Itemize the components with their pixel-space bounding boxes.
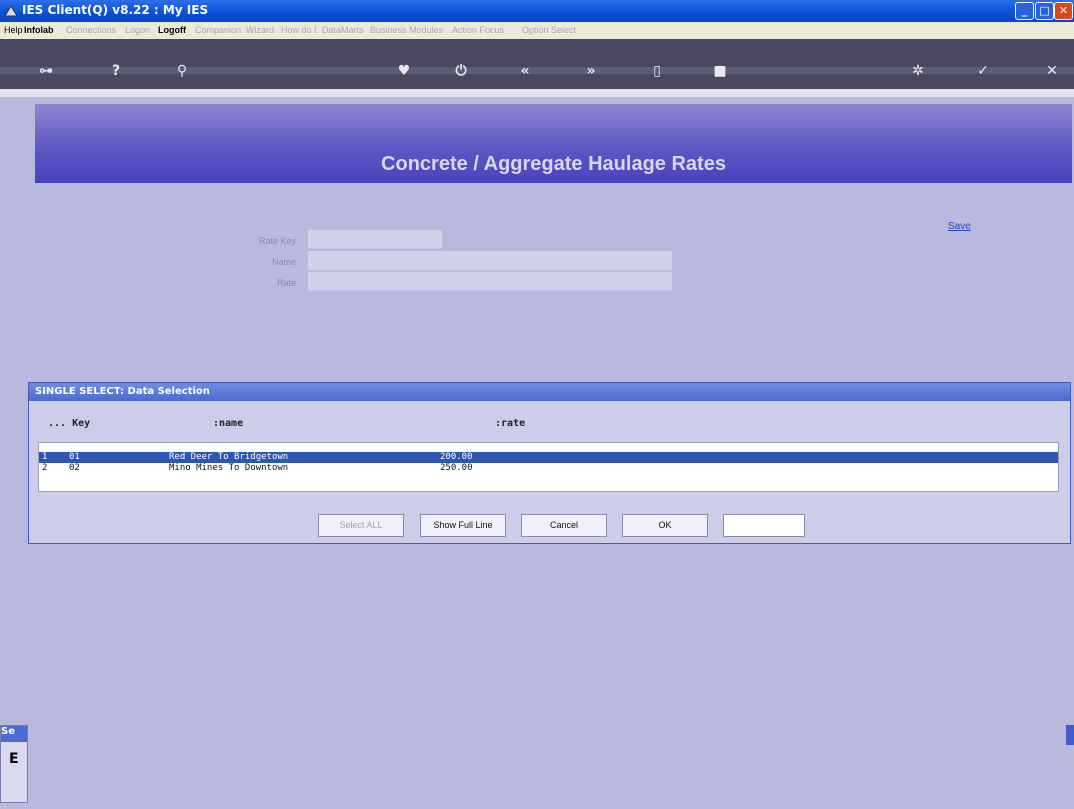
row-index: 2	[42, 463, 48, 473]
menu-datamarts[interactable]: DataMarts	[322, 25, 364, 35]
menu-bar: Help Infolab Connections Logon Logoff Co…	[0, 22, 1074, 39]
menu-help[interactable]: Help	[4, 25, 23, 35]
show-full-line-button[interactable]: Show Full Line	[420, 514, 506, 537]
menu-logon[interactable]: Logon	[125, 25, 150, 35]
heart-icon[interactable]: ♥	[392, 63, 416, 79]
save-link[interactable]: Save	[948, 221, 971, 232]
close-circle-icon[interactable]: ✕	[1040, 63, 1064, 79]
help-icon[interactable]: ?	[104, 63, 128, 79]
menu-logoff[interactable]: Logoff	[158, 25, 186, 35]
row-rate: 250.00	[440, 463, 473, 473]
list-item[interactable]: 2 02 Mino Mines To Downtown 250.00	[39, 463, 1058, 474]
toolbar: ⊶ ? ⚲ ♥ ⏻ « » ▯ ■ ✲ ✓ ✕	[0, 39, 1074, 97]
row-key: 01	[69, 452, 80, 462]
gear-icon[interactable]: ✲	[906, 63, 930, 79]
search-input[interactable]	[723, 514, 805, 537]
stop-icon[interactable]: ■	[708, 63, 732, 79]
menu-option-select[interactable]: Option Select	[522, 25, 576, 35]
rewind-icon[interactable]: «	[513, 63, 537, 79]
row-rate: 200.00	[440, 452, 473, 462]
rate-label: Rate	[276, 278, 296, 288]
row-name: Mino Mines To Downtown	[169, 463, 289, 473]
maximize-button[interactable]: □	[1035, 2, 1054, 20]
row-key: 02	[69, 463, 80, 473]
row-index: 1	[42, 452, 48, 462]
selection-list[interactable]: 1 01 Red Deer To Bridgetown 200.00 2 02 …	[38, 442, 1059, 492]
name-label: Name	[271, 257, 296, 267]
minimize-button[interactable]: _	[1015, 2, 1034, 20]
dialog-header: SINGLE SELECT: Data Selection	[29, 383, 1070, 401]
fast-forward-icon[interactable]: »	[579, 63, 603, 79]
rate-field[interactable]	[308, 272, 672, 291]
dialog-title: SINGLE SELECT: Data Selection	[35, 386, 210, 397]
check-icon[interactable]: ✓	[971, 63, 995, 79]
window-title: IES Client(Q) v8.22 : My IES	[22, 3, 209, 17]
list-item[interactable]: 1 01 Red Deer To Bridgetown 200.00	[39, 452, 1058, 463]
name-field[interactable]	[308, 251, 672, 271]
minimized-window-header: Se	[1, 726, 27, 742]
menu-wizard[interactable]: Wizard	[246, 25, 274, 35]
column-header-name[interactable]: :name	[213, 418, 243, 429]
rate-key-label: Rate Key	[258, 236, 296, 246]
side-panel-tab[interactable]	[1066, 725, 1074, 745]
menu-how-do-i[interactable]: How do I	[281, 25, 317, 35]
row-name: Red Deer To Bridgetown	[169, 452, 289, 462]
page-banner: Concrete / Aggregate Haulage Rates	[35, 104, 1072, 183]
document-icon[interactable]: ▯	[645, 63, 669, 79]
ok-button[interactable]: OK	[622, 514, 708, 537]
select-all-button[interactable]: Select ALL	[318, 514, 404, 537]
search-icon[interactable]: ⚲	[170, 63, 194, 79]
minimized-window[interactable]: Se E	[0, 725, 28, 803]
menu-connections[interactable]: Connections	[66, 25, 116, 35]
power-icon[interactable]: ⏻	[449, 63, 473, 79]
menu-infolab[interactable]: Infolab	[24, 25, 54, 35]
toolbar-bottom-strip	[0, 89, 1074, 97]
menu-companion[interactable]: Companion	[195, 25, 241, 35]
minimized-window-body: E	[9, 751, 19, 767]
title-bar: IES Client(Q) v8.22 : My IES _ □ ✕	[0, 0, 1074, 22]
menu-business-modules[interactable]: Business Modules	[370, 25, 443, 35]
app-icon	[4, 5, 18, 17]
menu-action-focus[interactable]: Action Focus	[452, 25, 504, 35]
rate-key-field[interactable]	[308, 230, 442, 249]
key-icon[interactable]: ⊶	[34, 63, 58, 79]
column-header-rate[interactable]: :rate	[495, 418, 525, 429]
column-header-key[interactable]: ... Key	[48, 418, 90, 429]
page-title: Concrete / Aggregate Haulage Rates	[381, 153, 726, 175]
close-button[interactable]: ✕	[1054, 2, 1073, 20]
cancel-button[interactable]: Cancel	[521, 514, 607, 537]
